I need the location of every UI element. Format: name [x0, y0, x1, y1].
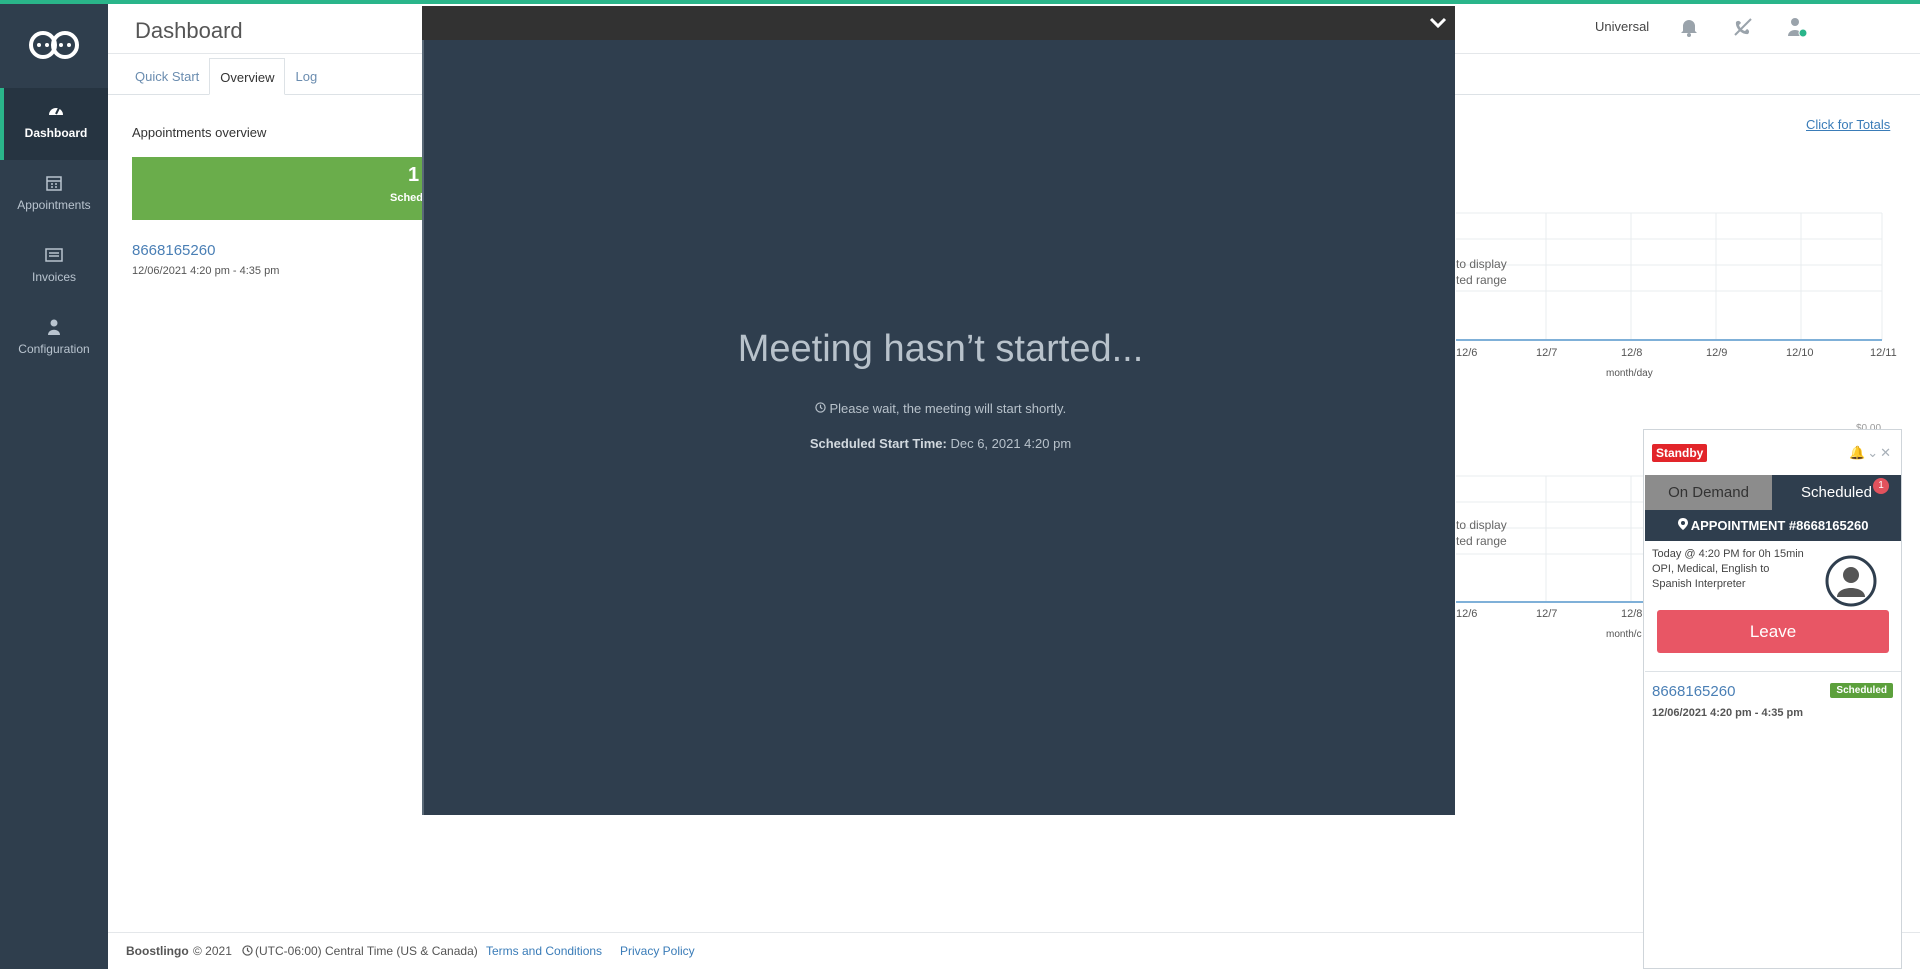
details-line: Spanish Interpreter — [1652, 578, 1746, 590]
sidebar-item-label: Invoices — [31, 270, 77, 284]
scheduled-start-label: Scheduled Start Time: — [809, 436, 947, 451]
appointment-title: APPOINTMENT #8668165260 — [1690, 518, 1869, 533]
x-tick: 12/9 — [1706, 347, 1728, 359]
appointment-number-link[interactable]: 8668165260 — [132, 242, 215, 259]
interpreter-widget: Standby 🔔 ⌄ ✕ On Demand Scheduled 1 APPOIN… — [1643, 429, 1902, 969]
meeting-window: Meeting hasn’t started... Please wait, t… — [422, 40, 1455, 815]
tab-log[interactable]: Log — [285, 58, 327, 95]
sidebar: Dashboard Appointments Invoices Configur… — [0, 0, 108, 969]
x-tick: 12/6 — [1456, 608, 1478, 620]
bell-icon[interactable]: 🔔 — [1849, 445, 1865, 460]
scheduled-status-badge: Scheduled — [1830, 683, 1893, 698]
chart-1-grid — [1456, 212, 1883, 341]
x-tick: 12/11 — [1870, 347, 1897, 359]
avatar-icon — [1825, 555, 1877, 607]
appointment-time: 12/06/2021 4:20 pm - 4:35 pm — [132, 265, 280, 277]
sidebar-item-invoices[interactable]: Invoices — [0, 232, 108, 304]
details-line: Today @ 4:20 PM for 0h 15min — [1652, 548, 1804, 560]
chevron-down-icon[interactable]: ⌄ — [1867, 445, 1878, 460]
user-icon — [48, 319, 60, 335]
close-icon[interactable]: ✕ — [1880, 445, 1891, 460]
appointment-list-time: 12/06/2021 4:20 pm - 4:35 pm — [1652, 707, 1804, 719]
chart-1: to display ted range 12/6 12/7 12/8 12/9… — [1456, 205, 1897, 379]
x-axis-label: month/day — [1606, 368, 1653, 379]
widget-controls: 🔔 ⌄ ✕ — [1847, 445, 1891, 461]
gauge-icon — [49, 107, 63, 115]
invoice-icon — [45, 248, 63, 262]
page-title: Dashboard — [135, 18, 243, 43]
privacy-link[interactable]: Privacy Policy — [620, 944, 695, 958]
scheduled-count-badge: 1 — [1873, 478, 1889, 494]
footer-brand: Boostlingo — [126, 944, 189, 958]
bell-icon[interactable] — [1678, 16, 1700, 38]
details-line: OPI, Medical, English to — [1652, 563, 1770, 575]
sidebar-item-configuration[interactable]: Configuration — [0, 304, 108, 376]
meeting-window-titlebar[interactable] — [422, 6, 1455, 40]
no-data-message: ted range — [1456, 273, 1507, 287]
top-accent-bar — [0, 0, 1920, 4]
scheduled-start-value: Dec 6, 2021 4:20 pm — [950, 436, 1072, 451]
tab-scheduled-label: Scheduled — [1801, 484, 1872, 501]
widget-divider — [1645, 671, 1901, 672]
status-badge[interactable]: Standby — [1652, 444, 1708, 462]
appointment-header: APPOINTMENT #8668165260 — [1645, 510, 1901, 541]
user-status-icon[interactable] — [1786, 16, 1808, 38]
meeting-scheduled-time: Scheduled Start Time: Dec 6, 2021 4:20 p… — [424, 436, 1457, 451]
click-for-totals-link[interactable]: Click for Totals — [1806, 117, 1890, 132]
footer-copyright: © 2021 — [193, 944, 232, 958]
tab-bar: Quick Start Overview Log — [125, 58, 327, 95]
tab-overview[interactable]: Overview — [209, 58, 286, 95]
no-data-message: ted range — [1456, 534, 1507, 548]
scheduled-count: 1 — [408, 164, 420, 186]
sidebar-item-appointments[interactable]: Appointments — [0, 160, 108, 232]
x-tick: 12/6 — [1456, 347, 1478, 359]
x-axis-label: month/c — [1606, 629, 1642, 640]
tab-scheduled[interactable]: Scheduled 1 — [1772, 475, 1901, 510]
sidebar-item-label: Dashboard — [24, 126, 88, 140]
appointment-list-number[interactable]: 8668165260 — [1652, 683, 1735, 700]
scheduled-summary-card[interactable]: 1 Schedu — [132, 157, 452, 220]
clock-icon — [242, 945, 253, 956]
x-tick: 12/8 — [1621, 347, 1643, 359]
appointment-details: Today @ 4:20 PM for 0h 15min OPI, Medica… — [1652, 547, 1812, 592]
x-tick: 12/8 — [1621, 608, 1643, 620]
calendar-icon — [46, 176, 62, 191]
x-tick: 12/10 — [1786, 347, 1814, 359]
x-tick: 12/7 — [1536, 347, 1558, 359]
x-tick: 12/7 — [1536, 608, 1558, 620]
terms-link[interactable]: Terms and Conditions — [486, 944, 602, 958]
mute-phone-icon[interactable] — [1732, 16, 1754, 38]
user-label[interactable]: Universal — [1595, 19, 1649, 34]
chevron-down-icon[interactable] — [1429, 15, 1447, 31]
sidebar-item-label: Configuration — [18, 342, 90, 356]
meeting-wait-message: Please wait, the meeting will start shor… — [424, 401, 1457, 416]
appointments-overview-title: Appointments overview — [132, 125, 267, 140]
clock-icon — [815, 402, 826, 413]
leave-button[interactable]: Leave — [1657, 610, 1889, 653]
sidebar-item-label: Appointments — [17, 198, 91, 212]
tab-on-demand[interactable]: On Demand — [1645, 475, 1772, 510]
tab-quick-start[interactable]: Quick Start — [125, 58, 209, 95]
footer-timezone: (UTC-06:00) Central Time (US & Canada) — [255, 944, 478, 958]
no-data-message: to display — [1456, 257, 1507, 271]
meeting-status-title: Meeting hasn’t started... — [737, 328, 1144, 370]
map-pin-icon — [1677, 518, 1688, 530]
meeting-wait-text: Please wait, the meeting will start shor… — [829, 401, 1067, 416]
boostlingo-logo[interactable] — [28, 28, 80, 62]
no-data-message: to display — [1456, 518, 1507, 532]
sidebar-item-dashboard[interactable]: Dashboard — [0, 88, 108, 160]
